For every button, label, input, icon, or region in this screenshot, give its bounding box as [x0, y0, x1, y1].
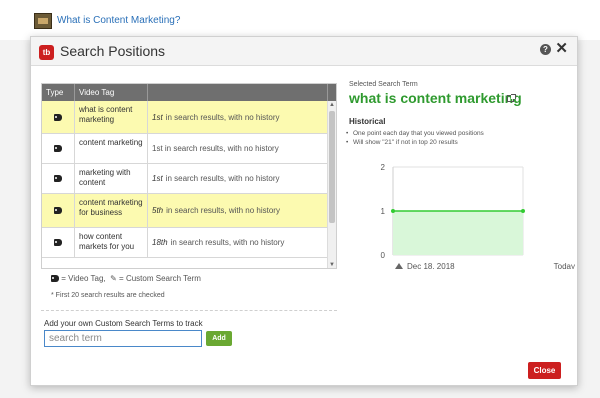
add-button[interactable]: Add [206, 331, 232, 346]
position-cell: 1st in search results, with no history [148, 134, 328, 163]
position-status: in search results, with no history [165, 174, 280, 183]
selected-term: what is content marketing [349, 90, 522, 106]
table-row[interactable]: content marketing 1st in search results, … [42, 134, 328, 164]
table-row[interactable]: marketing with content 1st in search resul… [42, 164, 328, 194]
history-chart: 2 1 0 Dec 18, 2018 Today [381, 163, 575, 269]
table-header: Type Video Tag [42, 84, 336, 101]
video-tag-cell: content marketing for business [75, 194, 148, 227]
table-body: what is content marketing 1st in search re… [42, 101, 328, 258]
rank: 1st [152, 112, 163, 122]
video-title-link[interactable]: What is Content Marketing? [57, 15, 180, 26]
type-cell [42, 164, 75, 193]
column-header-type: Type [42, 84, 75, 101]
position-cell: 1st in search results, with no history [148, 101, 328, 133]
divider [41, 310, 337, 311]
series-area [393, 211, 523, 255]
tag-icon [51, 275, 59, 282]
video-tag-cell: how content markets for you [75, 228, 148, 257]
positions-table: Type Video Tag what is content marketing… [41, 83, 337, 269]
table-scrollbar[interactable]: ▲ ▼ [327, 101, 336, 268]
rank: 1st [152, 174, 163, 183]
position-status: in search results, with no history [166, 206, 280, 215]
table-row[interactable]: content marketing for business 5th in sear… [42, 194, 328, 228]
scroll-thumb[interactable] [329, 111, 335, 223]
position-cell: 18th in search results, with no history [148, 228, 328, 257]
data-point [521, 209, 525, 213]
type-cell [42, 228, 75, 257]
historical-note: Will show "21" if not in top 20 results [345, 138, 484, 147]
scroll-up-arrow-icon[interactable]: ▲ [329, 102, 335, 108]
x-end-label: Today [554, 262, 575, 269]
tag-icon [54, 175, 62, 182]
search-term-input[interactable] [44, 330, 202, 347]
tubebuddy-logo-icon: tb [39, 45, 54, 60]
position-status: 1st in search results, with no history [152, 144, 279, 153]
table-row[interactable]: how content markets for you 18th in search… [42, 228, 328, 258]
position-status: in search results, with no history [170, 238, 285, 247]
results-note: * First 20 search results are checked [51, 292, 165, 299]
rank: 18th [152, 238, 168, 247]
tag-icon [54, 113, 62, 121]
y-tick-label: 0 [381, 251, 386, 260]
triangle-icon [395, 263, 403, 269]
custom-terms-label: Add your own Custom Search Terms to trac… [44, 319, 203, 328]
legend-video-tag: = Video Tag, [61, 274, 106, 283]
column-header-video-tag: Video Tag [75, 84, 148, 101]
tag-icon [54, 207, 62, 214]
position-cell: 5th in search results, with no history [148, 194, 328, 227]
table-row[interactable]: what is content marketing 1st in search re… [42, 101, 328, 134]
type-cell [42, 194, 75, 227]
close-button[interactable]: Close [528, 362, 561, 379]
type-cell [42, 101, 75, 133]
historical-notes: One point each day that you viewed posit… [345, 129, 484, 147]
modal-header: tb Search Positions ? ✕ [31, 37, 577, 66]
rank: 5th [152, 206, 164, 215]
position-status: in search results, with no history [165, 112, 280, 122]
video-tag-cell: content marketing [75, 134, 148, 163]
video-tag-cell: what is content marketing [75, 101, 148, 133]
tag-icon [54, 145, 62, 152]
historical-heading: Historical [349, 117, 386, 126]
column-header-position [148, 84, 328, 101]
pencil-icon: ✎ [110, 274, 117, 283]
help-icon[interactable]: ? [540, 44, 551, 55]
legend: = Video Tag, ✎ = Custom Search Term [51, 274, 201, 283]
scroll-down-arrow-icon[interactable]: ▼ [329, 262, 335, 268]
tag-icon [54, 239, 62, 246]
video-thumbnail[interactable] [34, 13, 52, 29]
historical-note: One point each day that you viewed posit… [345, 129, 484, 138]
search-positions-modal: tb Search Positions ? ✕ Type Video Tag w… [30, 36, 578, 386]
legend-custom-term: = Custom Search Term [119, 274, 201, 283]
close-icon[interactable]: ✕ [555, 40, 568, 58]
position-cell: 1st in search results, with no history [148, 164, 328, 193]
x-start-label: Dec 18, 2018 [407, 262, 455, 269]
video-tag-cell: marketing with content [75, 164, 148, 193]
modal-title: Search Positions [60, 43, 166, 59]
y-tick-label: 1 [381, 207, 386, 216]
type-cell [42, 134, 75, 163]
selected-term-label: Selected Search Term [349, 81, 418, 88]
data-point [391, 209, 395, 213]
external-link-icon[interactable] [507, 94, 516, 102]
y-tick-label: 2 [381, 163, 386, 172]
